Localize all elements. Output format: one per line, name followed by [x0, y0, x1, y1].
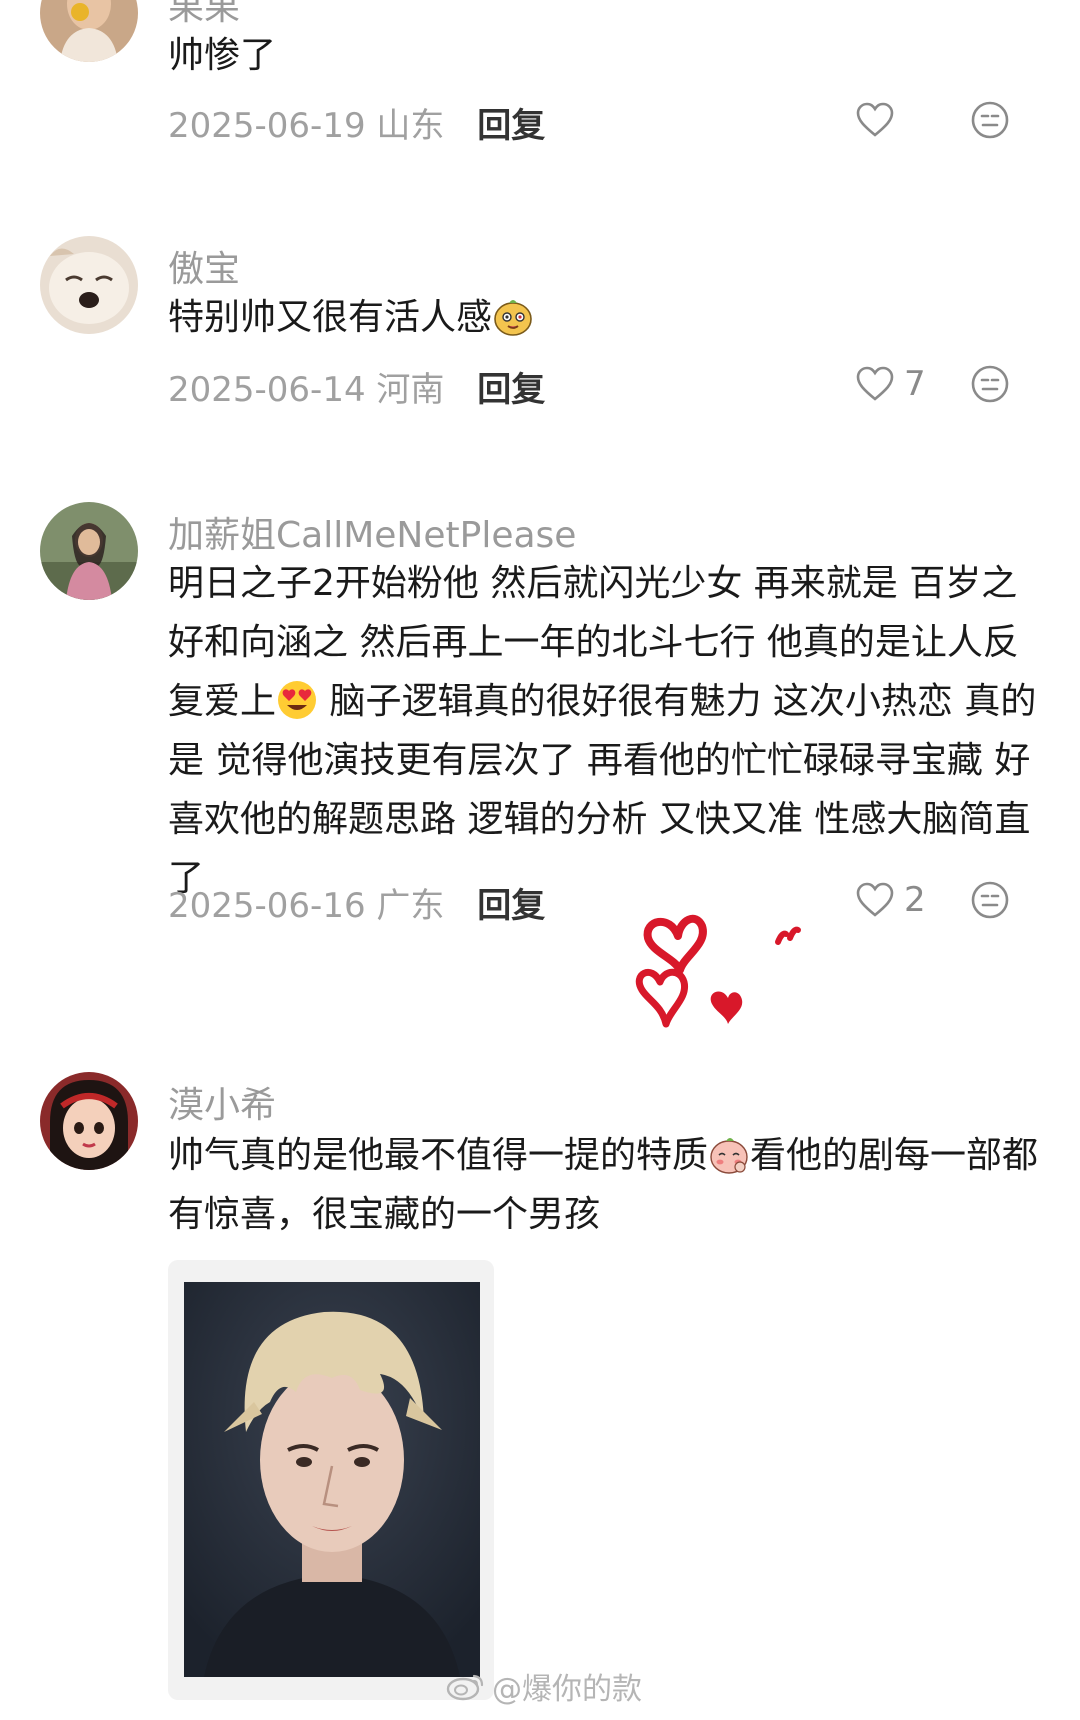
avatar[interactable] [40, 0, 138, 62]
like-button[interactable]: 2 [856, 880, 926, 920]
comment-text: 帅惨了 [168, 35, 277, 76]
comment-text: 明日之子2开始粉他 然后就闪光少女 再来就是 百岁之好和向涵之 然后再上一年的北… [168, 554, 1048, 908]
heart-eyes-emoji-icon [278, 681, 317, 719]
weibo-logo-icon [446, 1674, 484, 1701]
heart-outline-icon [856, 366, 894, 401]
like-count: 7 [904, 364, 926, 404]
portrait-photo [184, 1282, 480, 1677]
reply-button[interactable]: 回复 [477, 106, 545, 146]
comment-location: 广东 [376, 886, 445, 926]
watermark: @爆你的款 [446, 1664, 642, 1708]
comment-meta: 2025-06-16 广东 回复 [168, 878, 545, 927]
comment-text: 帅气真的是他最不值得一提的特质 看他的剧每一部都有惊喜，很宝藏的一个男孩 [168, 1126, 1048, 1244]
heart-doodle-icon [635, 914, 801, 1028]
watermark-text: @爆你的款 [492, 1672, 642, 1707]
username[interactable]: 漠小希 [168, 1076, 276, 1128]
avatar[interactable] [40, 1072, 138, 1170]
shy-peach-sticker-icon [710, 1138, 748, 1174]
comment-meta: 2025-06-14 河南 回复 [168, 362, 545, 411]
comment-location: 山东 [376, 106, 445, 146]
emoji-react-icon[interactable] [970, 364, 1010, 404]
avatar[interactable] [40, 502, 138, 600]
cartoon-sticker-icon [494, 300, 532, 336]
attached-photo[interactable] [168, 1260, 494, 1700]
reply-button[interactable]: 回复 [477, 370, 545, 410]
username[interactable]: 傲宝 [168, 240, 240, 292]
comment-text-body: 特别帅又很有活人感 [168, 297, 493, 338]
username[interactable]: 加薪姐CallMeNetPlease [168, 506, 576, 558]
comment-date: 2025-06-19 [168, 106, 366, 146]
comment-meta: 2025-06-19 山东 回复 [168, 98, 545, 147]
heart-outline-icon [856, 882, 894, 917]
like-count: 2 [904, 880, 926, 920]
comment-location: 河南 [376, 370, 445, 410]
emoji-react-icon[interactable] [970, 100, 1010, 140]
emoji-react-icon[interactable] [970, 880, 1010, 920]
comment-text-body: 帅气真的是他最不值得一提的特质 [168, 1135, 709, 1176]
comment-date: 2025-06-16 [168, 886, 366, 926]
like-button[interactable] [856, 100, 904, 140]
like-button[interactable]: 7 [856, 364, 926, 404]
heart-outline-icon [856, 102, 894, 137]
reply-button[interactable]: 回复 [477, 886, 545, 926]
comment-date: 2025-06-14 [168, 370, 366, 410]
avatar[interactable] [40, 236, 138, 334]
comment-text: 特别帅又很有活人感 [168, 288, 1048, 347]
